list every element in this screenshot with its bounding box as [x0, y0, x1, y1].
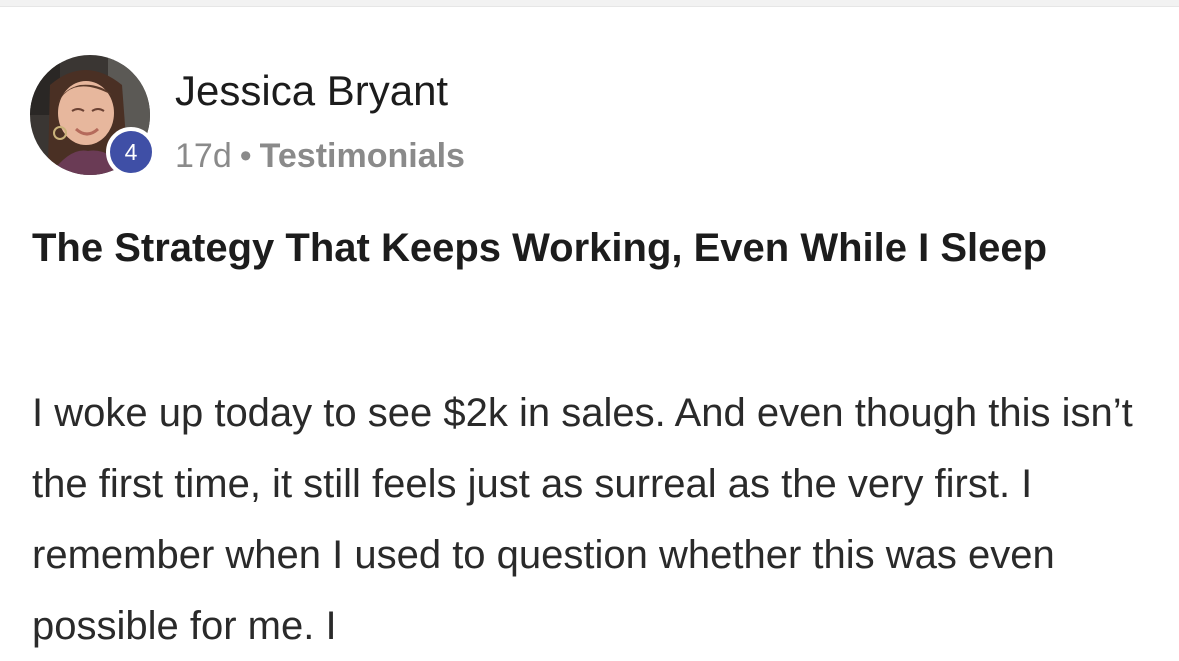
post-meta: 17d • Testimonials: [175, 136, 465, 176]
post-category[interactable]: Testimonials: [260, 137, 465, 175]
post-title[interactable]: The Strategy That Keeps Working, Even Wh…: [32, 212, 1152, 284]
level-badge: 4: [106, 127, 156, 177]
author-name[interactable]: Jessica Bryant: [175, 65, 448, 117]
author-avatar[interactable]: 4: [30, 55, 156, 177]
meta-separator: •: [239, 137, 252, 175]
post-time: 17d: [175, 137, 232, 175]
post-card: 4 Jessica Bryant 17d • Testimonials The St…: [0, 0, 1179, 661]
post-body: I woke up today to see $2k in sales. And…: [32, 391, 1133, 648]
